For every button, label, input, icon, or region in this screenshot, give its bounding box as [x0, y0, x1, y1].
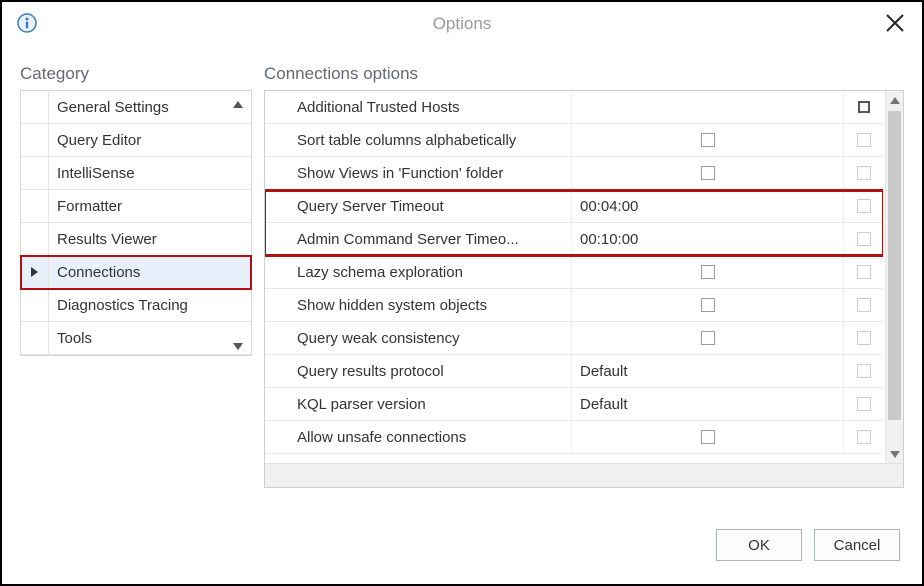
option-row-show-views-function-folder[interactable]: Show Views in 'Function' folder	[265, 157, 883, 190]
option-row-additional-trusted-hosts[interactable]: Additional Trusted Hosts	[265, 91, 883, 124]
option-checkbox[interactable]	[572, 157, 843, 189]
ellipsis-icon[interactable]	[858, 101, 870, 113]
options-footer	[265, 463, 903, 487]
option-checkbox[interactable]	[572, 256, 843, 288]
option-value[interactable]	[572, 91, 843, 123]
titlebar: Options	[2, 2, 922, 46]
option-label: Query results protocol	[265, 355, 572, 387]
category-scroll-down[interactable]	[233, 337, 247, 351]
option-label: Additional Trusted Hosts	[265, 91, 572, 123]
option-row-query-weak-consistency[interactable]: Query weak consistency	[265, 322, 883, 355]
options-scrollbar[interactable]	[885, 91, 903, 463]
category-item-label: Diagnostics Tracing	[49, 297, 251, 314]
option-checkbox[interactable]	[572, 322, 843, 354]
secondary-checkbox[interactable]	[857, 298, 871, 312]
option-checkbox[interactable]	[572, 421, 843, 453]
option-value[interactable]: 00:04:00	[572, 190, 843, 222]
category-item-label: Tools	[49, 330, 251, 347]
option-label: Query weak consistency	[265, 322, 572, 354]
option-value[interactable]: 00:10:00	[572, 223, 843, 255]
secondary-checkbox[interactable]	[857, 133, 871, 147]
window-title: Options	[2, 14, 922, 34]
secondary-checkbox[interactable]	[857, 331, 871, 345]
close-icon[interactable]	[884, 12, 906, 34]
secondary-checkbox[interactable]	[857, 199, 871, 213]
options-label: Connections options	[264, 64, 904, 84]
category-item-general-settings[interactable]: General Settings	[21, 91, 251, 124]
category-item-label: Connections	[49, 264, 251, 281]
scroll-track[interactable]	[886, 109, 903, 445]
category-item-connections[interactable]: Connections	[21, 256, 251, 289]
category-item-label: General Settings	[49, 99, 251, 116]
secondary-checkbox[interactable]	[857, 397, 871, 411]
option-row-kql-parser-version[interactable]: KQL parser version Default	[265, 388, 883, 421]
category-item-diagnostics-tracing[interactable]: Diagnostics Tracing	[21, 289, 251, 322]
option-value[interactable]: Default	[572, 355, 843, 387]
option-row-query-results-protocol[interactable]: Query results protocol Default	[265, 355, 883, 388]
category-scroll-up[interactable]	[233, 95, 247, 109]
options-dialog: Options Category General Settings Query …	[0, 0, 924, 586]
option-label: Query Server Timeout	[265, 190, 572, 222]
option-row-query-server-timeout[interactable]: Query Server Timeout 00:04:00	[265, 190, 883, 223]
category-item-query-editor[interactable]: Query Editor	[21, 124, 251, 157]
option-label: Admin Command Server Timeo...	[265, 223, 572, 255]
option-label: Show hidden system objects	[265, 289, 572, 321]
category-item-label: Results Viewer	[49, 231, 251, 248]
option-row-show-hidden-system-objects[interactable]: Show hidden system objects	[265, 289, 883, 322]
option-checkbox[interactable]	[572, 289, 843, 321]
scroll-up-button[interactable]	[886, 91, 903, 109]
dialog-buttons: OK Cancel	[2, 506, 922, 584]
option-row-admin-command-server-timeout[interactable]: Admin Command Server Timeo... 00:10:00	[265, 223, 883, 256]
info-icon	[16, 12, 38, 34]
secondary-checkbox[interactable]	[857, 430, 871, 444]
scroll-down-button[interactable]	[886, 445, 903, 463]
category-item-label: Query Editor	[49, 132, 251, 149]
category-item-results-viewer[interactable]: Results Viewer	[21, 223, 251, 256]
secondary-checkbox[interactable]	[857, 364, 871, 378]
option-label: Lazy schema exploration	[265, 256, 572, 288]
option-label: Allow unsafe connections	[265, 421, 572, 453]
category-item-intellisense[interactable]: IntelliSense	[21, 157, 251, 190]
option-value[interactable]: Default	[572, 388, 843, 420]
category-item-label: IntelliSense	[49, 165, 251, 182]
options-grid: Additional Trusted Hosts Sort table colu…	[264, 90, 904, 488]
category-item-tools[interactable]: Tools	[21, 322, 251, 355]
category-item-label: Formatter	[49, 198, 251, 215]
option-row-sort-table-columns[interactable]: Sort table columns alphabetically	[265, 124, 883, 157]
option-row-allow-unsafe-connections[interactable]: Allow unsafe connections	[265, 421, 883, 454]
cancel-button[interactable]: Cancel	[814, 529, 900, 561]
option-label: Sort table columns alphabetically	[265, 124, 572, 156]
option-checkbox[interactable]	[572, 124, 843, 156]
option-label: KQL parser version	[265, 388, 572, 420]
secondary-checkbox[interactable]	[857, 166, 871, 180]
category-list: General Settings Query Editor IntelliSen…	[20, 90, 252, 356]
chevron-right-icon	[31, 267, 38, 277]
ok-button[interactable]: OK	[716, 529, 802, 561]
option-label: Show Views in 'Function' folder	[265, 157, 572, 189]
secondary-checkbox[interactable]	[857, 265, 871, 279]
secondary-checkbox[interactable]	[857, 232, 871, 246]
scroll-thumb[interactable]	[888, 111, 901, 420]
option-row-lazy-schema-exploration[interactable]: Lazy schema exploration	[265, 256, 883, 289]
category-item-formatter[interactable]: Formatter	[21, 190, 251, 223]
category-label: Category	[20, 64, 252, 84]
